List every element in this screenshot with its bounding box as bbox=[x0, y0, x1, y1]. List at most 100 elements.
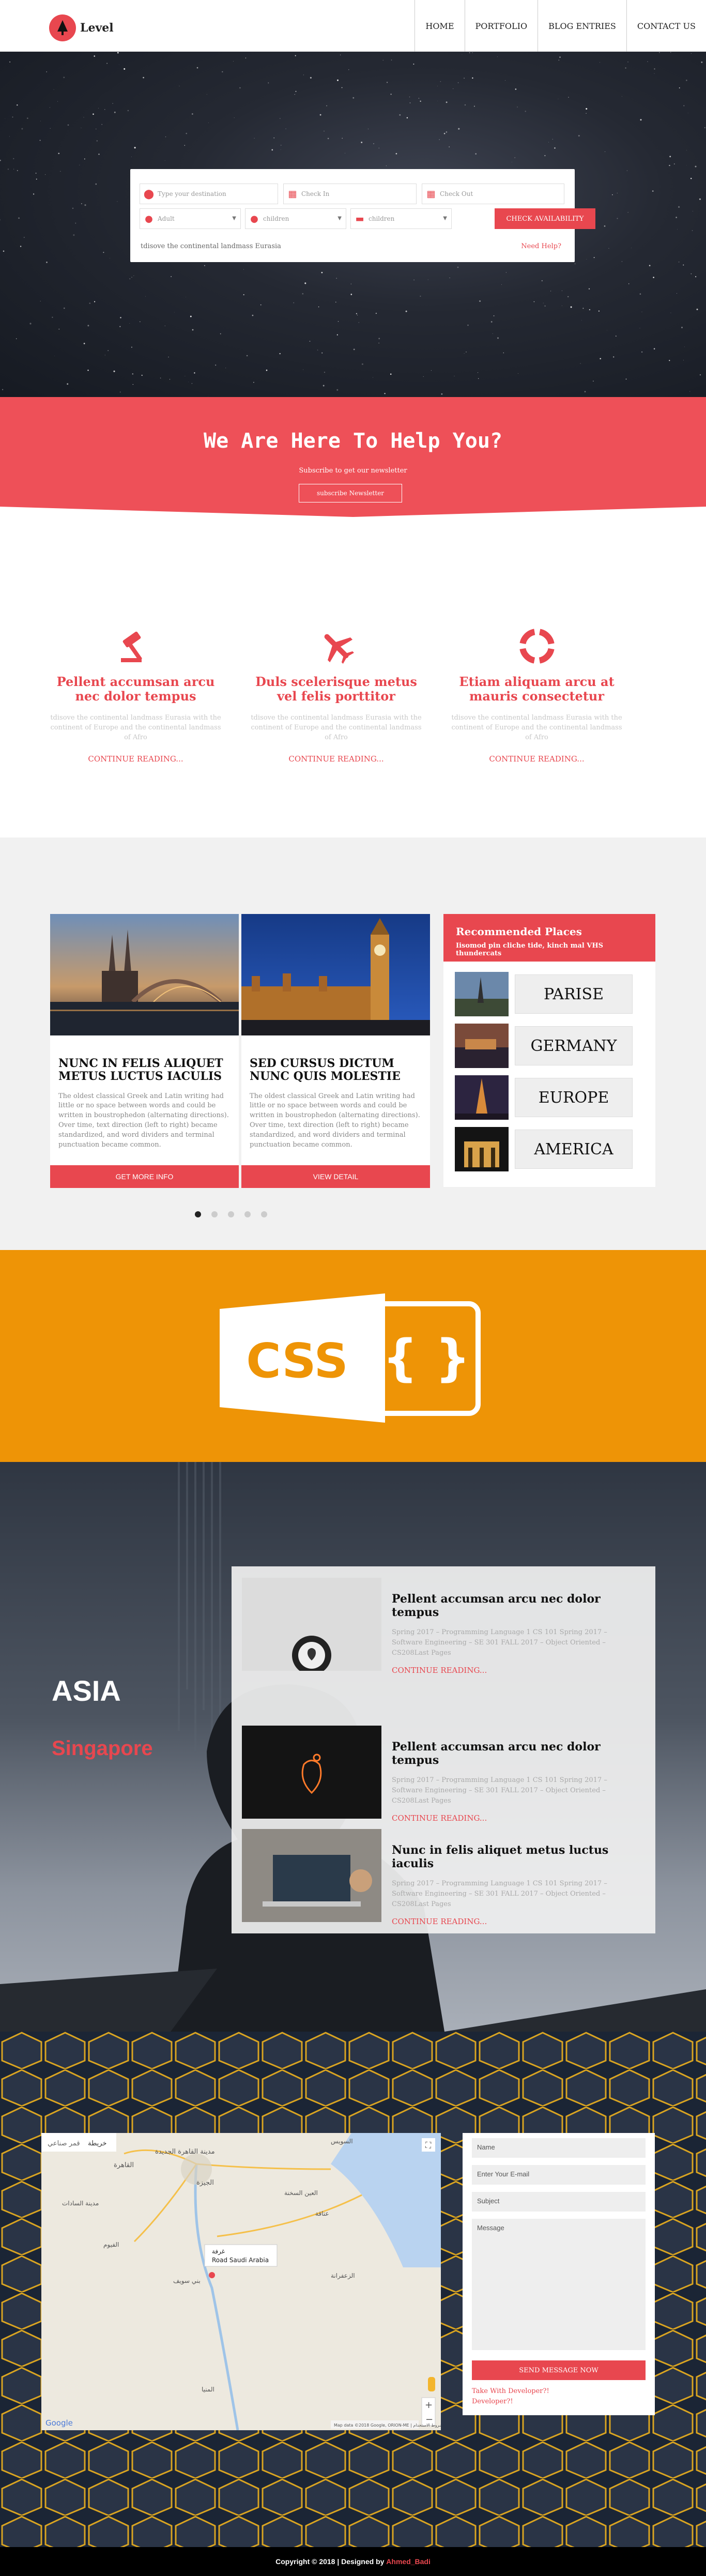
star bbox=[57, 101, 58, 102]
blog-post: Pellent accumsan arcu nec dolor tempus S… bbox=[242, 1726, 645, 1823]
need-help-link[interactable]: Need Help? bbox=[521, 242, 561, 250]
star bbox=[443, 132, 446, 134]
brand-name: Level bbox=[80, 21, 114, 35]
continue-reading-link[interactable]: CONTINUE READING... bbox=[392, 1917, 630, 1926]
star bbox=[280, 144, 282, 146]
carousel-dot[interactable] bbox=[211, 1211, 218, 1217]
star bbox=[378, 338, 380, 340]
children-select[interactable]: ● children ▼ bbox=[245, 208, 346, 229]
post-text: Spring 2017 – Programming Language 1 CS … bbox=[392, 1880, 607, 1909]
star bbox=[384, 393, 386, 394]
star bbox=[690, 273, 692, 275]
continue-reading-link[interactable]: CONTINUE READING... bbox=[392, 1813, 630, 1823]
star bbox=[375, 312, 377, 314]
star bbox=[131, 346, 132, 348]
star bbox=[673, 163, 675, 164]
star bbox=[101, 124, 103, 125]
subscribe-newsletter-button[interactable]: subscribe Newsletter bbox=[299, 484, 402, 502]
logo[interactable]: Level bbox=[49, 14, 114, 41]
map-tab[interactable]: خريطة bbox=[88, 2140, 106, 2147]
star bbox=[625, 378, 627, 380]
rooms-select[interactable]: ▬ children ▼ bbox=[350, 208, 452, 229]
star bbox=[497, 337, 499, 339]
place-item[interactable]: GERMANY bbox=[455, 1024, 637, 1068]
nav-home[interactable]: HOME bbox=[415, 0, 464, 52]
star bbox=[26, 117, 28, 119]
zoom-in-button[interactable]: + bbox=[425, 2400, 433, 2411]
message-textarea[interactable]: Message bbox=[472, 2219, 646, 2350]
star bbox=[574, 263, 576, 265]
apple-logo-image bbox=[242, 1578, 381, 1675]
hero-section: ⬤ Type your destination ▦ Check In ▦ Che… bbox=[0, 52, 706, 397]
star bbox=[449, 146, 450, 147]
recommended-subtitle: Iisomod pin cliche tide, kinch mal VHS t… bbox=[456, 942, 604, 957]
star bbox=[581, 320, 582, 321]
nav-portfolio[interactable]: PORTFOLIO bbox=[464, 0, 538, 52]
check-out-field[interactable]: ▦ Check Out bbox=[422, 184, 564, 204]
send-message-button[interactable]: SEND MESSAGE NOW bbox=[472, 2360, 646, 2380]
nav-blog-entries[interactable]: BLOG ENTRIES bbox=[538, 0, 626, 52]
star bbox=[517, 106, 518, 108]
star bbox=[544, 305, 546, 307]
star bbox=[350, 294, 352, 295]
card-text: The oldest classical Greek and Latin wri… bbox=[250, 1092, 420, 1149]
post-text: Spring 2017 – Programming Language 1 CS … bbox=[392, 1776, 607, 1805]
place-name: AMERICA bbox=[515, 1130, 633, 1169]
check-availability-button[interactable]: CHECK AVAILABILITY bbox=[495, 208, 595, 229]
star bbox=[582, 308, 584, 309]
get-more-info-button[interactable]: GET MORE INFO bbox=[50, 1165, 239, 1188]
continue-reading-link[interactable]: CONTINUE READING... bbox=[392, 1666, 630, 1675]
star bbox=[336, 389, 339, 391]
recommended-title: Recommended Places bbox=[456, 925, 582, 938]
star bbox=[117, 52, 119, 54]
star bbox=[677, 229, 678, 230]
nav-contact-us[interactable]: CONTACT US bbox=[626, 0, 706, 52]
star bbox=[327, 138, 329, 140]
satellite-tab[interactable]: قمر صناعي bbox=[48, 2140, 80, 2147]
adult-select[interactable]: ● Adult ▼ bbox=[140, 208, 241, 229]
star bbox=[17, 170, 18, 171]
google-map[interactable]: خريطة قمر صناعي ⛶ القاهرة الجيزة مدينة ا… bbox=[41, 2133, 441, 2430]
subject-input[interactable]: Subject bbox=[472, 2192, 646, 2212]
developer-link[interactable]: Developer?! bbox=[472, 2397, 549, 2407]
name-input[interactable]: Name bbox=[472, 2138, 646, 2158]
star bbox=[696, 309, 698, 310]
fullscreen-icon[interactable]: ⛶ bbox=[425, 2140, 432, 2150]
braces-label: { } bbox=[382, 1329, 470, 1387]
star bbox=[413, 64, 415, 65]
view-detail-button[interactable]: VIEW DETAIL bbox=[241, 1165, 430, 1188]
blog-post: Nunc in felis aliquet metus luctus iacul… bbox=[242, 1829, 645, 1926]
carousel-dot[interactable] bbox=[261, 1211, 267, 1217]
star bbox=[233, 61, 234, 62]
star bbox=[692, 230, 693, 231]
place-item[interactable]: PARISE bbox=[455, 972, 637, 1016]
card-title: NUNC IN FELIS ALIQUET METUS LUCTUS IACUL… bbox=[58, 1057, 223, 1084]
email-input[interactable]: Enter Your E-mail bbox=[472, 2165, 646, 2185]
place-item[interactable]: AMERICA bbox=[455, 1127, 637, 1171]
continue-reading-link[interactable]: CONTINUE READING... bbox=[250, 754, 423, 764]
star bbox=[215, 364, 217, 366]
star bbox=[378, 147, 380, 149]
continue-reading-link[interactable]: CONTINUE READING... bbox=[49, 754, 222, 764]
star bbox=[690, 53, 692, 54]
place-item[interactable]: EUROPE bbox=[455, 1075, 637, 1120]
star bbox=[171, 276, 172, 277]
star bbox=[266, 369, 268, 371]
check-in-field[interactable]: ▦ Check In bbox=[283, 184, 417, 204]
carousel-dot-active[interactable] bbox=[195, 1211, 201, 1217]
star bbox=[683, 105, 685, 106]
star bbox=[222, 71, 223, 73]
destination-field[interactable]: ⬤ Type your destination bbox=[140, 184, 278, 204]
help-subtitle: Subscribe to get our newsletter bbox=[299, 467, 407, 475]
star bbox=[352, 97, 355, 99]
author-link[interactable]: Ahmed_Badi bbox=[386, 2557, 431, 2566]
continue-reading-link[interactable]: CONTINUE READING... bbox=[450, 754, 623, 764]
carousel-dot[interactable] bbox=[244, 1211, 251, 1217]
star bbox=[501, 284, 502, 285]
star bbox=[612, 194, 613, 195]
take-with-developer-link[interactable]: Take With Developer?! bbox=[472, 2386, 549, 2397]
pegman-icon[interactable] bbox=[428, 2377, 435, 2391]
carousel-dot[interactable] bbox=[228, 1211, 234, 1217]
star bbox=[676, 217, 677, 218]
map-marker-icon[interactable] bbox=[209, 2272, 215, 2278]
